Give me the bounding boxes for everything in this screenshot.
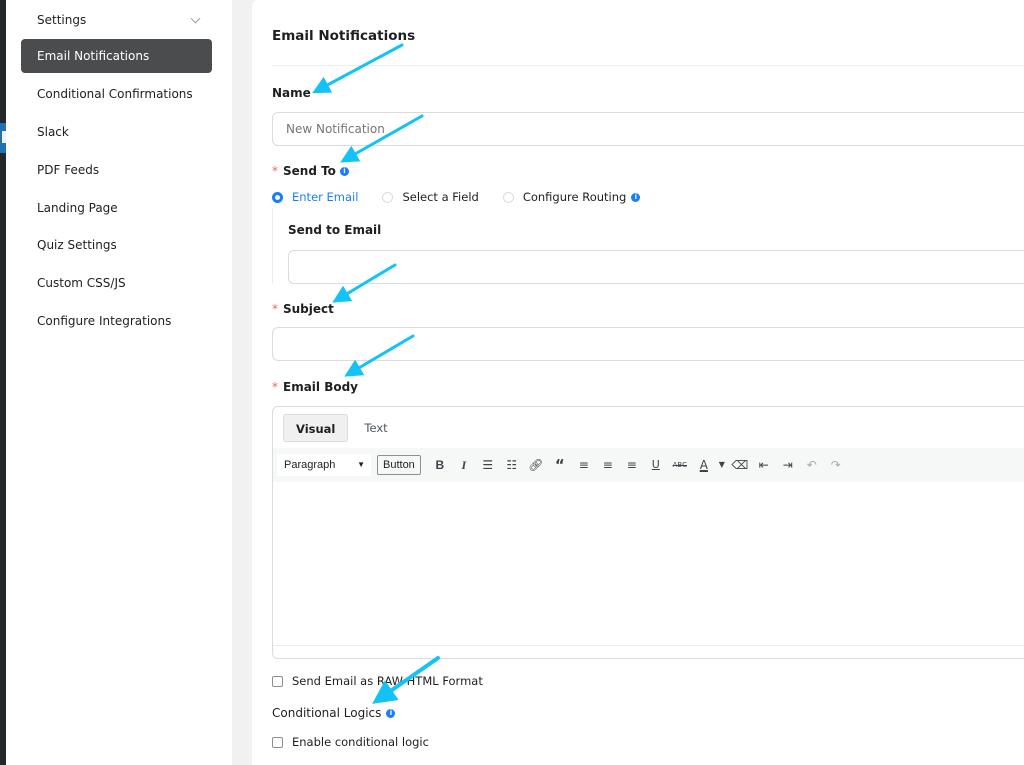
enable-conditional-logic-label: Enable conditional logic [292, 735, 429, 749]
radio-configure-routing[interactable]: Configure Routing i [502, 190, 641, 204]
sidebar-item-quiz-settings[interactable]: Quiz Settings [21, 228, 212, 262]
blockquote-icon[interactable]: “ [549, 454, 571, 476]
send-to-email-label: Send to Email [288, 223, 382, 237]
info-icon[interactable]: i [339, 166, 349, 176]
clear-formatting-icon[interactable]: ⌫ [729, 454, 751, 476]
undo-icon[interactable]: ↶ [801, 454, 823, 476]
title-divider [272, 65, 1024, 66]
redo-icon[interactable]: ↷ [825, 454, 847, 476]
bold-icon[interactable]: B [429, 454, 451, 476]
settings-sidebar: Settings Email Notifications Conditional… [6, 0, 232, 765]
radio-button[interactable] [502, 191, 514, 203]
editor-tabs: Visual Text [283, 414, 400, 442]
sidebar-item-custom-css-js[interactable]: Custom CSS/JS [21, 266, 212, 300]
radio-button[interactable] [382, 191, 394, 203]
email-body-label: * Email Body [272, 380, 358, 394]
conditional-logics-label-text: Conditional Logics [272, 706, 382, 720]
sidebar-item-slack[interactable]: Slack [21, 115, 212, 149]
send-to-email-input[interactable] [288, 250, 1024, 284]
required-mark: * [272, 380, 278, 394]
radio-select-a-field[interactable]: Select a Field [382, 190, 479, 204]
radio-enter-email[interactable]: Enter Email [272, 190, 358, 204]
name-label-text: Name [272, 86, 311, 100]
text-color-icon[interactable]: A [693, 454, 715, 476]
send-to-label-text: Send To [283, 164, 336, 178]
insert-button-button[interactable]: Button [377, 455, 421, 475]
send-to-email-block: Send to Email [272, 208, 1024, 284]
enable-conditional-logic-checkbox[interactable] [272, 736, 283, 748]
info-icon[interactable]: i [386, 708, 396, 718]
editor-content-area[interactable] [273, 482, 1024, 642]
raw-html-label: Send Email as RAW HTML Format [292, 674, 483, 688]
conditional-logics-label: Conditional Logics i [272, 706, 396, 720]
send-to-radio-group: Enter Email Select a Field Configure Rou… [272, 190, 664, 204]
tab-text[interactable]: Text [352, 414, 399, 442]
numbered-list-icon[interactable]: ☷ [501, 454, 523, 476]
raw-html-checkbox-row[interactable]: Send Email as RAW HTML Format [272, 674, 483, 688]
subject-input[interactable] [272, 327, 1024, 361]
radio-label: Enter Email [292, 190, 359, 204]
bullet-list-icon[interactable]: ☰ [477, 454, 499, 476]
underline-icon[interactable]: U [645, 454, 667, 476]
settings-section-header[interactable]: Settings [37, 10, 207, 30]
sidebar-item-configure-integrations[interactable]: Configure Integrations [21, 304, 212, 338]
raw-html-checkbox[interactable] [272, 675, 283, 687]
send-to-label: * Send To i [272, 164, 349, 178]
radio-label: Configure Routing [522, 190, 627, 204]
format-select[interactable]: Paragraph ▼ [277, 454, 371, 476]
radio-label: Select a Field [402, 190, 479, 204]
sidebar-item-pdf-feeds[interactable]: PDF Feeds [21, 153, 212, 187]
required-mark: * [272, 164, 278, 178]
italic-icon[interactable]: I [453, 454, 475, 476]
enable-conditional-logic-row[interactable]: Enable conditional logic [272, 735, 429, 749]
info-icon[interactable]: i [631, 192, 641, 202]
subject-label: * Subject [272, 302, 334, 316]
subject-label-text: Subject [283, 302, 334, 316]
editor-toolbar: Paragraph ▼ Button B I ☰ ☷ 🔗︎ “ ≡ ≡ ≡ U … [273, 448, 1024, 482]
email-body-label-text: Email Body [283, 380, 359, 394]
required-mark: * [272, 302, 278, 316]
sidebar-item-conditional-confirmations[interactable]: Conditional Confirmations [21, 77, 212, 111]
outdent-icon[interactable]: ⇤ [753, 454, 775, 476]
align-right-icon[interactable]: ≡ [621, 454, 643, 476]
sidebar-item-email-notifications[interactable]: Email Notifications [21, 39, 212, 73]
settings-header-label: Settings [37, 13, 87, 27]
tab-visual[interactable]: Visual [283, 414, 349, 442]
radio-button-checked[interactable] [272, 191, 283, 203]
align-left-icon[interactable]: ≡ [573, 454, 595, 476]
caret-down-icon: ▼ [357, 460, 365, 469]
name-input[interactable] [272, 112, 1024, 146]
format-select-value: Paragraph [284, 459, 336, 471]
email-notification-form: Email Notifications Name * Send To i Ent… [252, 0, 1024, 765]
indent-icon[interactable]: ⇥ [777, 454, 799, 476]
color-dropdown-icon[interactable]: ▼ [717, 454, 727, 476]
content-gutter [232, 0, 252, 765]
email-body-editor: Visual Text Paragraph ▼ Button B I ☰ ☷ 🔗… [272, 406, 1024, 659]
editor-status-bar-divider [273, 645, 1024, 646]
chevron-down-icon[interactable] [190, 13, 201, 23]
name-label: Name [272, 86, 311, 100]
align-center-icon[interactable]: ≡ [597, 454, 619, 476]
strikethrough-icon[interactable]: ABC [669, 454, 691, 476]
sidebar-item-landing-page[interactable]: Landing Page [21, 191, 212, 225]
page-title: Email Notifications [272, 28, 416, 44]
link-icon[interactable]: 🔗︎ [525, 454, 547, 476]
